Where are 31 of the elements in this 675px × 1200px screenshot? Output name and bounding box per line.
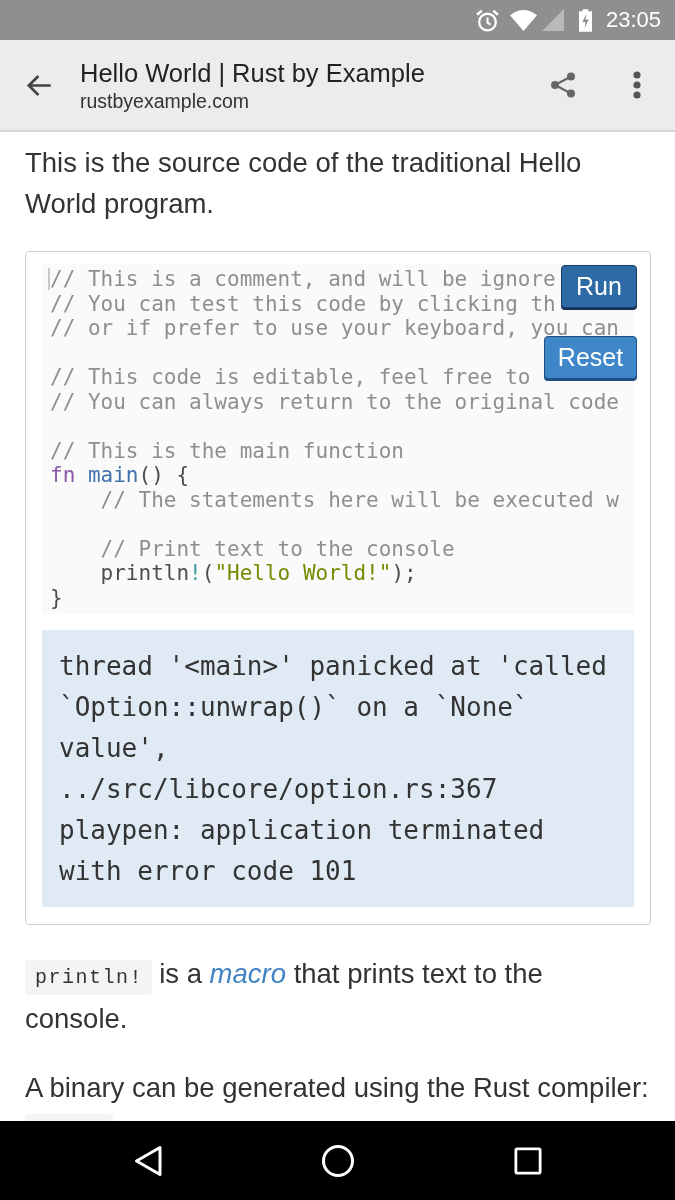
code-line: // Print text to the console	[100, 536, 455, 561]
page-url: rustbyexample.com	[80, 88, 251, 113]
reset-button[interactable]: Reset	[544, 336, 637, 379]
battery-icon	[578, 8, 592, 32]
body-text: println! is a macro that prints text to the console.	[25, 956, 544, 1036]
share-icon[interactable]	[550, 72, 576, 98]
recents-icon[interactable]	[513, 1146, 542, 1175]
page-title: Hello World | Rust by Example	[80, 57, 426, 89]
code-line: // This code is editable, feel free to	[50, 365, 531, 390]
alarm-icon	[474, 7, 500, 33]
code-line: fn main() {	[50, 463, 190, 488]
code-line: println!("Hello World!");	[100, 561, 417, 586]
code-line: }	[50, 585, 63, 610]
run-button[interactable]: Run	[561, 265, 637, 308]
code-line: // You can test this code by clicking th	[50, 291, 556, 316]
home-icon[interactable]	[320, 1143, 355, 1178]
body-text: A binary can be generated using the Rust compiler:	[25, 1070, 650, 1105]
console-output: thread '<main>' panicked at 'called `Option::unwrap()` on a `None` value', ../src/libcore/option.rs:367 playpen: application terminated with error code 101	[59, 649, 608, 888]
inline-code: println!	[25, 959, 152, 995]
body-text: This is the source code of the traditional Hello World program.	[25, 145, 583, 221]
code-line: // This is a comment, and will be ignore	[50, 267, 556, 292]
status-time: 23:05	[605, 7, 661, 33]
text-link[interactable]: macro	[209, 957, 286, 989]
code-line: // You can always return to the original code	[50, 389, 619, 414]
signal-icon	[541, 9, 564, 31]
wifi-icon	[509, 9, 537, 31]
code-line: // This is the main function	[50, 438, 404, 463]
menu-icon[interactable]	[633, 71, 641, 99]
back-icon[interactable]	[132, 1143, 163, 1178]
code-line: // The statements here will be executed w	[100, 487, 619, 512]
code-editor[interactable]	[42, 264, 634, 614]
